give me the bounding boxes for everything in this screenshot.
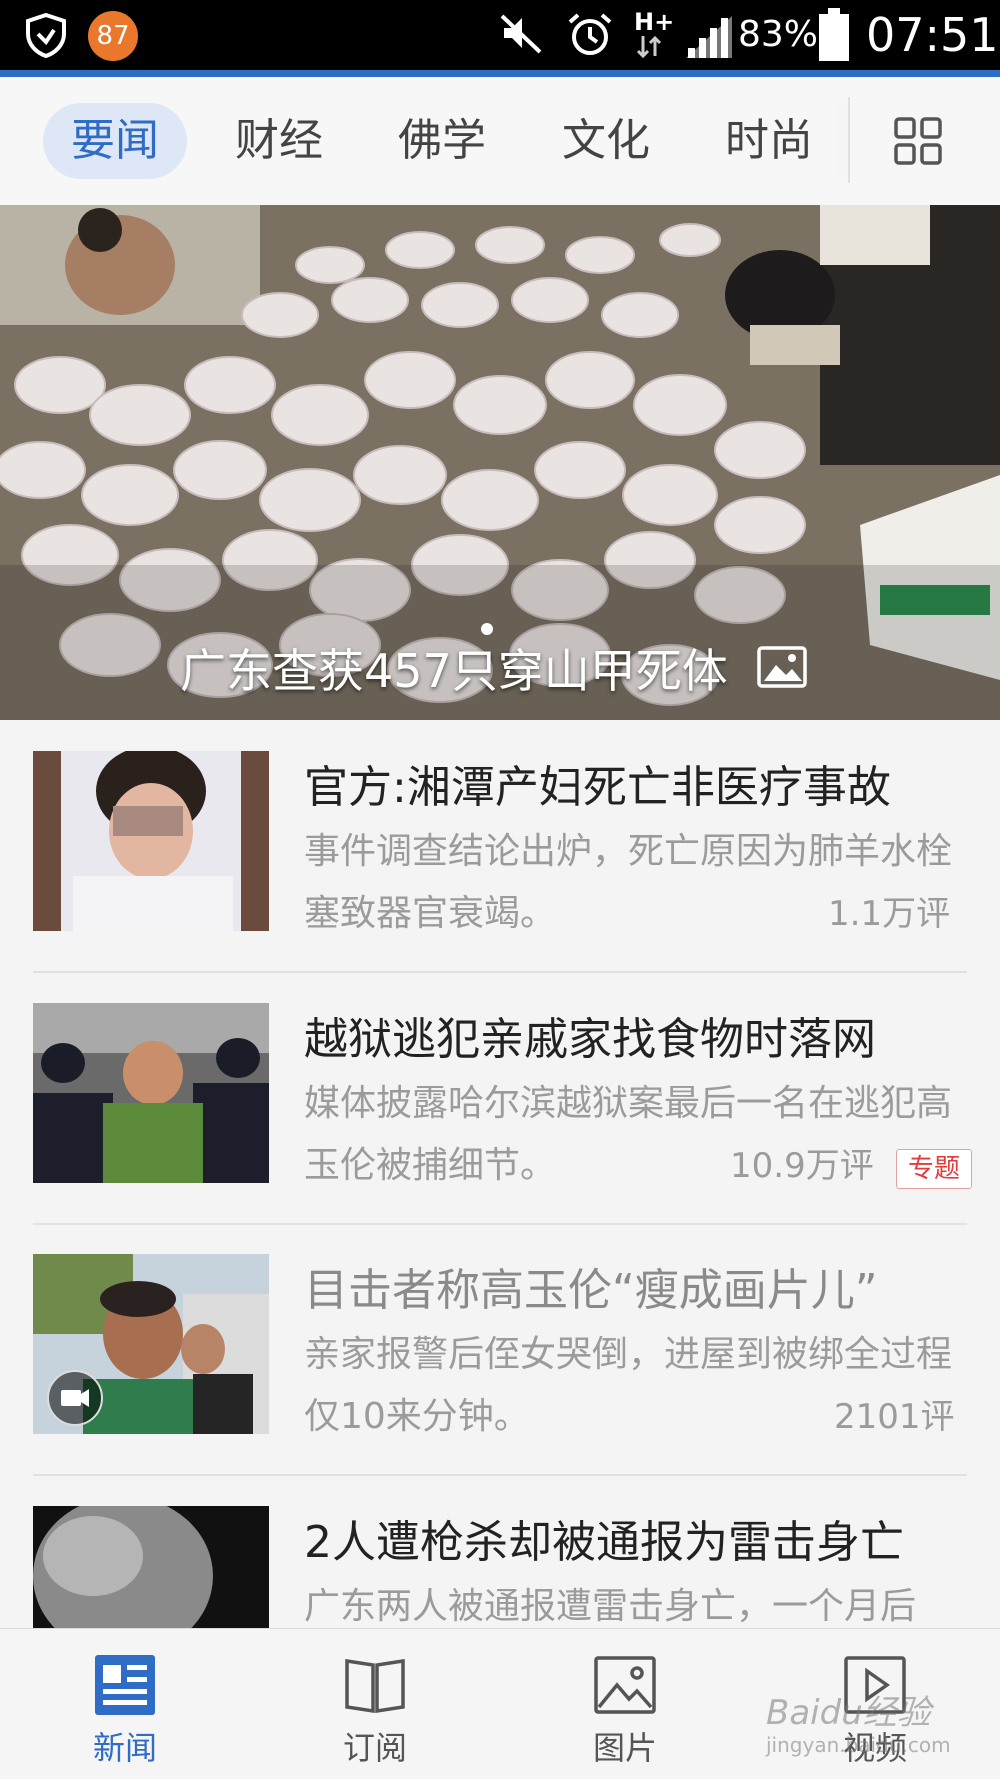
comment-count: 2101评 [834,1397,955,1437]
gallery-icon [757,646,807,688]
tab-yaowen[interactable]: 要闻 [43,103,187,179]
news-item[interactable]: 目击者称高玉伦“瘦成画片儿” 亲家报警后侄女哭倒，进屋到被绑全过程仅10来分钟。… [0,1254,1000,1505]
nav-label: 订阅 [342,1729,407,1767]
news-title: 官方:湘潭产妇死亡非医疗事故 [304,762,891,813]
hero-caption: 广东查获457只穿山甲死体 [180,644,728,698]
news-icon [95,1655,155,1715]
grid-menu-icon[interactable] [890,113,946,169]
nav-subscribe[interactable]: 订阅 [250,1629,500,1779]
list-divider [33,1223,967,1225]
thumbnail-photo [33,751,269,931]
hero-banner[interactable]: 广东查获457只穿山甲死体 [0,205,1000,720]
list-divider [33,1474,967,1476]
comment-count: 1.1万评 [828,894,951,934]
news-title: 2人遭枪杀却被通报为雷击身亡 [304,1517,904,1568]
video-badge [47,1370,103,1426]
nav-label: 新闻 [92,1729,157,1767]
tab-wenhua[interactable]: 文化 [534,103,678,179]
tab-shishang[interactable]: 时尚 [697,103,841,179]
clock: 07:51 [866,8,999,62]
battery-percent: 83% [738,14,819,55]
nav-news[interactable]: 新闻 [0,1629,250,1779]
category-tab-bar: 要闻 财经 佛学 文化 时尚 [0,77,1000,206]
status-bar: 87 H+ 83% 07:51 [0,0,1000,70]
mute-icon [500,14,542,54]
picture-icon [594,1656,656,1714]
news-item[interactable]: 越狱逃犯亲戚家找食物时落网 媒体披露哈尔滨越狱案最后一名在逃犯高玉伦被捕细节。 … [0,1003,1000,1254]
network-type: H+ [634,8,675,36]
watermark: Baidu经验 [766,1693,931,1733]
news-title: 目击者称高玉伦“瘦成画片儿” [304,1265,878,1316]
news-thumbnail [33,1003,269,1183]
tab-divider [848,97,850,183]
data-arrows-icon [636,36,662,58]
news-title: 越狱逃犯亲戚家找食物时落网 [304,1014,876,1065]
watermark-url: jingyan.baidu.com [766,1733,951,1757]
news-thumbnail [33,751,269,931]
thumbnail-photo [33,1003,269,1183]
accent-line [0,70,1000,77]
nav-pictures[interactable]: 图片 [500,1629,750,1779]
book-icon [345,1658,405,1714]
video-camera-icon [61,1389,89,1407]
battery-icon [819,8,849,61]
shield-icon [26,12,66,58]
list-divider [33,971,967,973]
alarm-icon [568,13,612,55]
carousel-indicator [481,623,493,635]
topic-tag[interactable]: 专题 [896,1149,972,1189]
news-thumbnail [33,1254,269,1434]
notification-badge: 87 [88,11,138,61]
news-item[interactable]: 官方:湘潭产妇死亡非医疗事故 事件调查结论出炉，死亡原因为肺羊水栓塞致器官衰竭。… [0,751,1000,1002]
tab-foxue[interactable]: 佛学 [370,103,514,179]
comment-count: 10.9万评 [730,1146,874,1186]
signal-icon [686,16,732,58]
nav-label: 图片 [592,1729,657,1767]
tab-caijing[interactable]: 财经 [207,103,351,179]
